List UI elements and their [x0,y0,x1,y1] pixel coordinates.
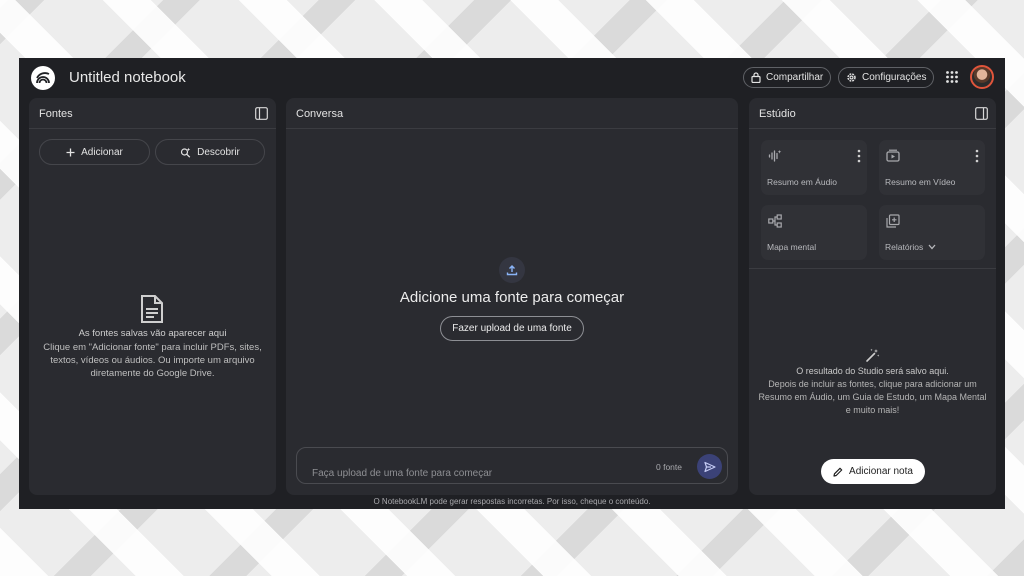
mind-map-icon [768,214,782,228]
studio-tile-mind-map[interactable]: Mapa mental [761,205,867,260]
avatar[interactable] [970,65,994,89]
magic-wand-icon [866,348,880,362]
plus-icon [66,148,75,156]
upload-source-circle[interactable] [499,257,525,283]
notebooklm-app: Untitled notebook Compartilhar Configura… [19,58,1005,509]
source-count: 0 fonte [656,462,682,472]
apps-grid-icon[interactable] [945,70,959,84]
studio-tile-reports-label: Relatórios [885,242,936,252]
add-note-button[interactable]: Adicionar nota [821,459,925,484]
studio-tile-label: Mapa mental [767,242,817,252]
studio-panel-title: Estúdio [759,108,796,120]
studio-tile-video-overview[interactable]: Resumo em Vídeo [879,140,985,195]
add-source-label: Adicionar [81,146,123,158]
studio-tile-label: Resumo em Vídeo [885,177,956,187]
pencil-icon [833,467,843,477]
sources-panel: Fontes Adicionar Descobrir As fontes sal… [29,98,276,495]
studio-divider [749,268,996,269]
more-vert-icon[interactable] [857,149,861,163]
studio-tile-label: Resumo em Áudio [767,177,837,187]
share-button[interactable]: Compartilhar [743,67,832,88]
search-sparkle-icon [180,147,191,158]
notebook-title[interactable]: Untitled notebook [69,69,186,86]
chat-panel: Conversa Adicione uma fonte para começar… [286,98,738,495]
gear-icon [847,73,856,82]
chat-input-placeholder[interactable]: Faça upload de uma fonte para começar [312,468,492,479]
sources-empty-title: As fontes salvas vão aparecer aqui [78,328,227,339]
panel-toggle-icon[interactable] [975,107,988,120]
share-label: Compartilhar [766,72,824,83]
chevron-down-icon[interactable] [928,244,936,250]
add-note-label: Adicionar nota [849,466,913,477]
sources-empty-description: Clique em "Adicionar fonte" para incluir… [43,342,262,379]
audio-wave-icon [768,150,782,162]
settings-label: Configurações [862,72,927,83]
studio-empty-description: Depois de incluir as fontes, clique para… [758,379,987,415]
studio-tile-audio-overview[interactable]: Resumo em Áudio [761,140,867,195]
sources-panel-header: Fontes [29,98,276,129]
settings-button[interactable]: Configurações [838,67,935,88]
upload-source-button[interactable]: Fazer upload de uma fonte [440,316,584,341]
sources-panel-title: Fontes [39,108,73,120]
reports-icon [886,214,900,228]
chat-input-box[interactable]: Faça upload de uma fonte para começar 0 … [296,447,728,484]
studio-tile-label: Relatórios [885,242,924,252]
send-button[interactable] [697,454,722,479]
discover-label: Descobrir [197,146,240,158]
studio-panel-header: Estúdio [749,98,996,129]
chat-empty-heading: Adicione uma fonte para começar [399,289,625,306]
notebooklm-logo-icon[interactable] [31,66,55,90]
upload-icon [506,265,518,276]
send-icon [703,461,716,472]
studio-panel: Estúdio Resumo em Áudio Resumo em Vídeo … [749,98,996,495]
footer-disclaimer: O NotebookLM pode gerar respostas incorr… [373,497,651,506]
studio-tile-reports[interactable]: Relatórios [879,205,985,260]
add-source-button[interactable]: Adicionar [39,139,150,165]
top-bar: Untitled notebook Compartilhar Configura… [19,58,1005,96]
discover-sources-button[interactable]: Descobrir [155,139,265,165]
panel-toggle-icon[interactable] [255,107,268,120]
video-icon [886,149,900,162]
chat-panel-header: Conversa [286,98,738,129]
document-icon [141,295,163,323]
chat-panel-title: Conversa [296,108,344,120]
studio-empty-title: O resultado do Studio será salvo aqui. [796,366,949,376]
lock-icon [751,72,761,83]
more-vert-icon[interactable] [975,149,979,163]
